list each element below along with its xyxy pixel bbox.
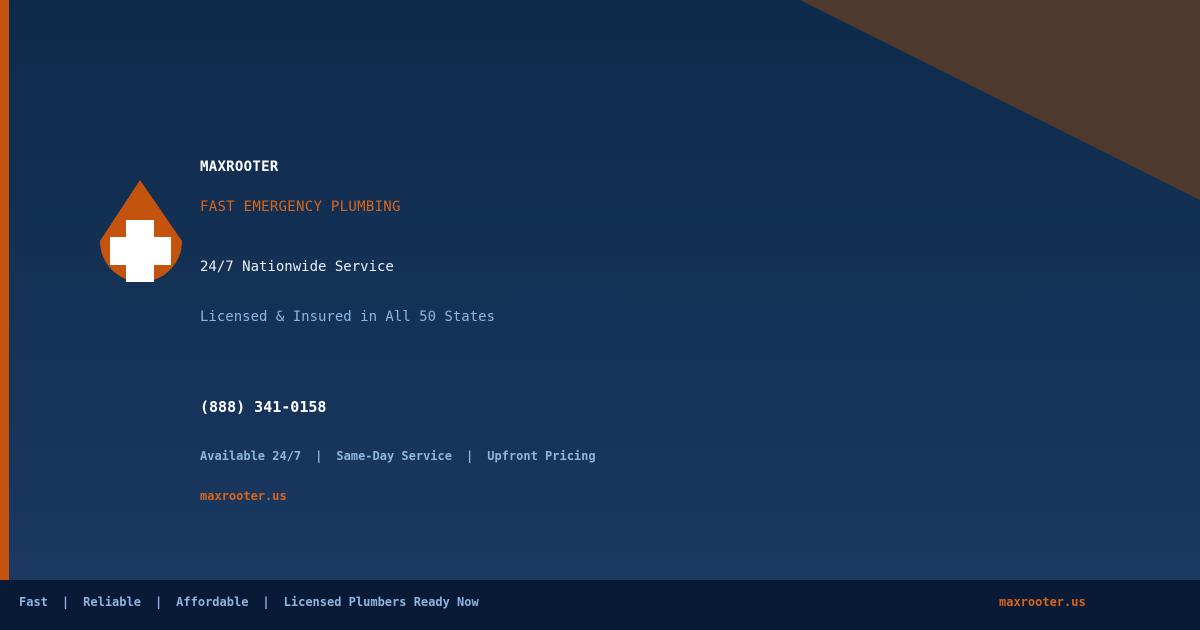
footer-website-link[interactable]: maxrooter.us bbox=[999, 595, 1086, 609]
feature-item: Upfront Pricing bbox=[487, 449, 596, 463]
feature-item: Same-Day Service bbox=[336, 449, 452, 463]
separator: | bbox=[315, 449, 323, 463]
footer-item: Fast bbox=[19, 595, 48, 609]
accent-bar bbox=[0, 0, 9, 580]
separator: | bbox=[262, 595, 270, 609]
footer-bar: Fast | Reliable | Affordable | Licensed Plumbe… bbox=[0, 580, 1200, 630]
corner-decoration bbox=[800, 0, 1200, 200]
footer-item: Reliable bbox=[83, 595, 141, 609]
separator: | bbox=[154, 595, 163, 609]
feature-list: Available 24/7 | Same-Day Service | Upfront … bbox=[200, 449, 596, 463]
footer-list: Fast | Reliable | Affordable | Licensed Plumbe… bbox=[19, 595, 479, 609]
footer-item: Licensed Plumbers Ready Now bbox=[283, 595, 479, 609]
feature-item: Available 24/7 bbox=[200, 449, 302, 463]
separator: | bbox=[61, 595, 70, 609]
service-text: 24/7 Nationwide Service bbox=[200, 259, 394, 275]
website-link[interactable]: maxrooter.us bbox=[200, 489, 287, 503]
separator: | bbox=[465, 449, 474, 463]
brand-tagline: FAST EMERGENCY PLUMBING bbox=[200, 199, 401, 215]
license-text: Licensed & Insured in All 50 States bbox=[200, 309, 496, 325]
brand-name: MAXROOTER bbox=[200, 159, 279, 175]
phone-number[interactable]: (888) 341-0158 bbox=[200, 398, 326, 416]
footer-item: Affordable bbox=[176, 595, 249, 609]
water-drop-cross-icon bbox=[99, 179, 183, 303]
